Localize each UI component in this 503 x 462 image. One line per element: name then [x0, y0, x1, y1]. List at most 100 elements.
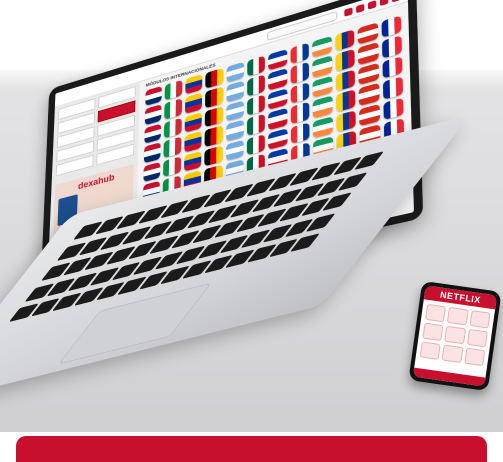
flag-tile[interactable]	[382, 97, 404, 121]
flag-tile[interactable]	[183, 150, 202, 172]
flag-tile[interactable]	[247, 55, 266, 77]
flag-tile[interactable]	[336, 109, 356, 133]
phone-tile[interactable]	[424, 303, 447, 323]
phone-tile[interactable]	[419, 341, 442, 360]
flag-icon	[268, 107, 288, 130]
flag-tile[interactable]	[334, 29, 355, 52]
flag-tile[interactable]	[145, 85, 163, 107]
flag-tile[interactable]	[380, 15, 402, 39]
flag-tile[interactable]	[358, 83, 380, 106]
flag-tile[interactable]	[184, 111, 203, 134]
flag-tile[interactable]	[290, 101, 310, 124]
flag-icon	[334, 29, 355, 52]
flag-icon	[268, 127, 288, 150]
flag-tile[interactable]	[268, 68, 288, 91]
flag-icon	[247, 55, 266, 77]
phone-tile[interactable]	[444, 325, 466, 345]
flag-tile[interactable]	[381, 35, 402, 59]
phone-tile[interactable]	[463, 347, 486, 367]
flag-tile[interactable]	[359, 103, 380, 127]
phone-tile[interactable]	[469, 310, 491, 329]
flag-tile[interactable]	[205, 67, 224, 90]
flag-tile[interactable]	[381, 56, 403, 79]
flag-tile[interactable]	[144, 104, 162, 126]
flag-tile[interactable]	[312, 75, 333, 98]
flag-icon	[184, 111, 203, 134]
flag-tile[interactable]	[185, 73, 203, 95]
flag-tile[interactable]	[290, 62, 310, 85]
flag-tile[interactable]	[165, 79, 183, 101]
flag-icon	[358, 42, 379, 66]
flag-tile[interactable]	[163, 136, 182, 158]
flag-icon	[247, 94, 266, 116]
flag-tile[interactable]	[205, 86, 224, 109]
flag-tile[interactable]	[163, 156, 181, 177]
bell-icon[interactable]	[356, 3, 365, 13]
flag-tile[interactable]	[205, 106, 223, 128]
flag-tile[interactable]	[335, 89, 356, 112]
flag-tile[interactable]	[225, 139, 244, 161]
flag-tile[interactable]	[184, 92, 203, 114]
flag-tile[interactable]	[164, 98, 182, 120]
flag-icon	[381, 56, 403, 79]
flag-icon	[358, 62, 379, 86]
flag-tile[interactable]	[335, 69, 356, 92]
flag-tile[interactable]	[225, 119, 244, 142]
flag-tile[interactable]	[382, 76, 404, 100]
flag-tile[interactable]	[225, 100, 244, 122]
flag-tile[interactable]	[268, 127, 288, 150]
flag-tile[interactable]	[357, 22, 378, 46]
flag-tile[interactable]	[268, 49, 288, 71]
flag-tile[interactable]	[144, 123, 162, 144]
flag-tile[interactable]	[290, 42, 310, 65]
flag-icon	[290, 62, 310, 85]
flag-tile[interactable]	[164, 117, 182, 139]
flag-tile[interactable]	[290, 81, 310, 104]
flag-tile[interactable]	[184, 131, 202, 153]
brand-logo: dexahub	[77, 172, 115, 192]
flag-tile[interactable]	[335, 49, 355, 72]
flag-icon	[382, 97, 404, 121]
flag-tile[interactable]	[247, 113, 266, 136]
flag-icon	[380, 15, 402, 39]
phone-tile[interactable]	[466, 328, 488, 348]
flag-icon	[359, 103, 380, 127]
flag-icon	[164, 117, 182, 139]
flag-icon	[225, 119, 244, 142]
menu-icon[interactable]	[391, 0, 401, 3]
flag-icon	[312, 35, 332, 59]
flag-icon	[144, 123, 162, 144]
flag-tile[interactable]	[247, 74, 266, 97]
flag-icon	[247, 74, 266, 97]
flag-icon	[290, 101, 310, 124]
gear-icon[interactable]	[367, 0, 377, 10]
phone-tile[interactable]	[441, 344, 464, 364]
user-icon[interactable]	[344, 6, 353, 17]
flag-tile[interactable]	[247, 94, 266, 116]
flag-tile[interactable]	[313, 95, 333, 118]
flag-icon	[164, 98, 182, 120]
flag-tile[interactable]	[313, 116, 333, 139]
flag-tile[interactable]	[247, 133, 266, 156]
flag-tile[interactable]	[268, 107, 288, 130]
flag-icon	[313, 95, 333, 118]
flag-tile[interactable]	[312, 35, 332, 59]
flag-icon	[290, 122, 310, 145]
flag-tile[interactable]	[143, 142, 162, 163]
flag-icon	[247, 113, 266, 136]
flag-tile[interactable]	[312, 55, 332, 78]
flag-tile[interactable]	[204, 125, 223, 147]
flag-tile[interactable]	[290, 122, 310, 145]
flag-tile[interactable]	[226, 61, 245, 84]
phone-tile[interactable]	[422, 322, 444, 342]
flag-tile[interactable]	[143, 161, 161, 183]
flag-tile[interactable]	[204, 145, 223, 167]
home-icon[interactable]	[379, 0, 389, 6]
flag-tile[interactable]	[358, 62, 379, 86]
flag-icon	[312, 75, 333, 98]
flag-tile[interactable]	[358, 42, 379, 66]
flag-tile[interactable]	[226, 80, 245, 103]
flag-tile[interactable]	[268, 88, 288, 110]
phone-tile[interactable]	[447, 306, 469, 326]
phone: NETFLIX	[408, 280, 502, 392]
